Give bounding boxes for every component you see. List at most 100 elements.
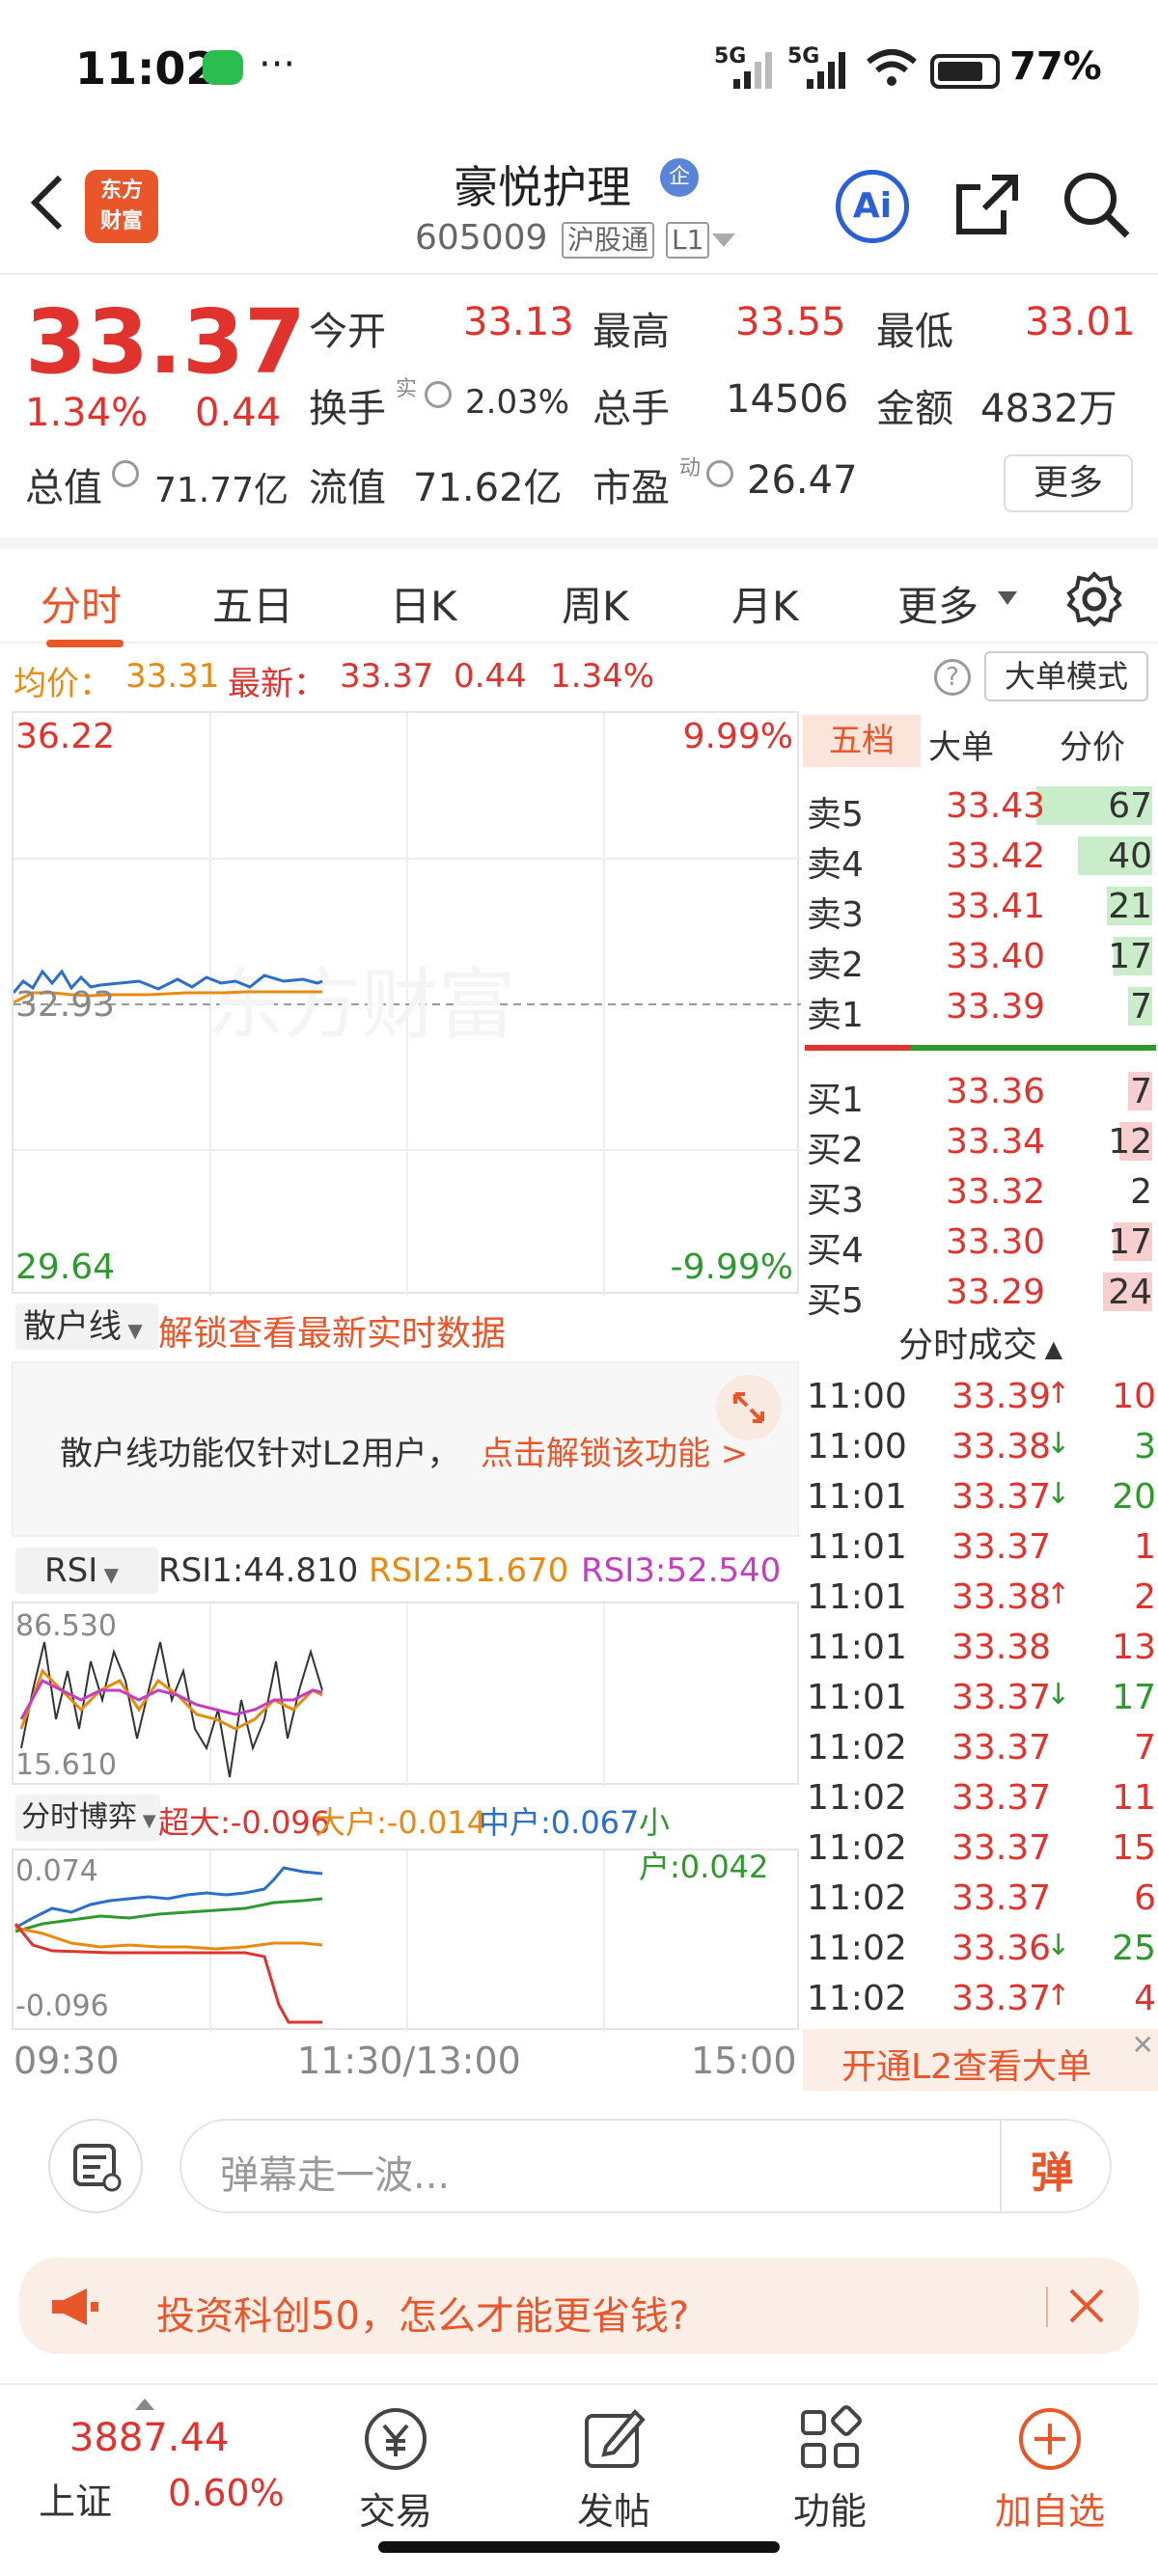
- l2-banner-text: 开通L2查看大单: [841, 2047, 1091, 2087]
- nav-add-watchlist[interactable]: 加自选: [973, 2481, 1127, 2535]
- trade-volume: 3: [1134, 1427, 1156, 1466]
- rsi-max: 86.530: [15, 1609, 117, 1643]
- expand-icon[interactable]: [714, 1373, 784, 1442]
- order-book-panel: 五档 大单 分价 卖5 33.43 67 卖4 33.42 40 卖3 33.41 21 卖2 33…: [803, 711, 1158, 2091]
- index-value[interactable]: 3887.44: [69, 2416, 229, 2460]
- ai-assistant-button[interactable]: Ai: [836, 170, 909, 243]
- time-start: 09:30: [14, 2040, 120, 2082]
- close-promo-icon[interactable]: [1067, 2287, 1106, 2325]
- level-label: 卖1: [807, 996, 864, 1035]
- l2-notice-text: 散户线功能仅针对L2用户，: [60, 1435, 460, 1473]
- tab-monthly-k[interactable]: 月K: [731, 574, 799, 633]
- turnover-value: 2.03%: [465, 383, 570, 422]
- trade-icon[interactable]: [359, 2402, 432, 2476]
- bid-level-row[interactable]: 买1 33.36 7: [803, 1068, 1158, 1120]
- bid-level-row[interactable]: 买3 33.32 2: [803, 1168, 1158, 1220]
- pe-info-icon[interactable]: [703, 460, 737, 487]
- tab-price-dist[interactable]: 分价: [1060, 721, 1125, 768]
- level-label: 买2: [807, 1131, 864, 1170]
- search-icon[interactable]: [1062, 170, 1131, 239]
- ask-level-row[interactable]: 卖1 33.39 7: [803, 983, 1158, 1035]
- status-time: 11:02: [75, 42, 217, 95]
- level-label: 买3: [807, 1181, 864, 1220]
- level-price: 33.43: [946, 786, 1046, 826]
- promo-banner[interactable]: 投资科创50，怎么才能更省钱?: [19, 2258, 1139, 2354]
- tab-intraday[interactable]: 分时: [41, 574, 122, 633]
- tab-five-day[interactable]: 五日: [212, 574, 293, 633]
- back-arrow-icon[interactable]: [27, 174, 66, 232]
- nav-post[interactable]: 发帖: [537, 2481, 691, 2535]
- open-label: 今开: [309, 310, 386, 354]
- nav-functions[interactable]: 功能: [753, 2481, 907, 2535]
- trade-time: 11:02: [807, 1929, 907, 1968]
- trade-price: 33.37: [951, 1527, 1052, 1567]
- average-price-bar: 均价： 33.31 最新： 33.37 0.44 1.34% ? 大单模式: [0, 644, 1158, 707]
- period-tabs: 分时 五日 日K 周K 月K 更多: [0, 537, 1158, 647]
- level-label: 卖2: [807, 945, 864, 985]
- arrow-down-icon: ↓: [1046, 1678, 1071, 1712]
- tab-big-orders[interactable]: 大单: [928, 721, 994, 768]
- trade-time: 11:01: [807, 1527, 907, 1567]
- intraday-chart[interactable]: 东方财富 36.22 9.99% 32.93 29.64 -9.99%: [12, 711, 801, 1296]
- ask-level-row[interactable]: 卖5 33.43 67: [803, 782, 1158, 835]
- danmu-settings-button[interactable]: [48, 2119, 143, 2213]
- rsi-selector[interactable]: RSI ▼: [15, 1548, 158, 1594]
- promo-divider: [1046, 2287, 1048, 2327]
- latest-value: 33.37: [340, 657, 434, 696]
- trades-list[interactable]: 11:00 33.39 ↑ 10 11:00 33.38 ↓ 3 11:01 33.37 ↓ 20 11…: [803, 1373, 1158, 2025]
- home-indicator[interactable]: [378, 2541, 780, 2553]
- help-icon[interactable]: ?: [934, 659, 971, 696]
- level-price: 33.40: [946, 937, 1046, 976]
- retail-line-selector[interactable]: 散户线 ▼: [15, 1303, 158, 1350]
- trade-volume: 15: [1112, 1828, 1156, 1868]
- nav-trade[interactable]: 交易: [318, 2481, 473, 2535]
- trade-price: 33.38: [951, 1427, 1052, 1466]
- share-icon[interactable]: [953, 172, 1021, 239]
- tab-weekly-k[interactable]: 周K: [562, 574, 629, 633]
- chart-top-price: 36.22: [15, 717, 116, 756]
- trades-header[interactable]: 分时成交 ▲: [803, 1317, 1158, 1367]
- promo-text: 投资科创50，怎么才能更省钱?: [156, 2294, 690, 2339]
- ask-level-row[interactable]: 卖4 33.42 40: [803, 833, 1158, 885]
- quote-panel: 33.37 1.34% 0.44 今开 33.13 最高 33.55 最低 33…: [0, 277, 1158, 537]
- trade-volume: 20: [1112, 1477, 1156, 1517]
- bid-level-row[interactable]: 买2 33.34 12: [803, 1118, 1158, 1170]
- unlock-realtime-link[interactable]: 解锁查看最新实时数据: [158, 1305, 506, 1356]
- rsi-chart[interactable]: 86.530 15.610: [12, 1602, 799, 1787]
- index-percent: 0.60%: [168, 2472, 285, 2514]
- functions-icon[interactable]: [793, 2402, 867, 2476]
- more-quote-button[interactable]: 更多: [1004, 454, 1133, 512]
- l2-unlock-link[interactable]: 点击解锁该功能 >: [481, 1427, 748, 1474]
- level-volume: 17: [1108, 937, 1152, 976]
- ask-level-row[interactable]: 卖3 33.41 21: [803, 883, 1158, 935]
- tab-daily-k[interactable]: 日K: [390, 574, 457, 633]
- index-expand-caret-icon[interactable]: [135, 2398, 154, 2410]
- trade-volume: 1: [1134, 1527, 1156, 1567]
- trade-row: 11:00 33.38 ↓ 3: [803, 1423, 1158, 1473]
- post-icon[interactable]: [577, 2402, 650, 2476]
- settings-gear-icon[interactable]: [1065, 570, 1123, 628]
- l2-big-order-banner[interactable]: 开通L2查看大单 ✕: [803, 2029, 1158, 2091]
- dropdown-caret-icon[interactable]: [710, 232, 737, 251]
- trade-time: 11:00: [807, 1427, 907, 1466]
- trade-row: 11:01 33.38 ↑ 2: [803, 1574, 1158, 1624]
- game-selector[interactable]: 分时博弈 ▼: [15, 1795, 160, 1841]
- volume-label: 总手: [593, 387, 670, 431]
- tab-five-levels[interactable]: 五档: [803, 715, 921, 767]
- ask-level-row[interactable]: 卖2 33.40 17: [803, 933, 1158, 985]
- mktcap-info-icon[interactable]: [108, 460, 143, 487]
- add-watchlist-icon[interactable]: [1013, 2402, 1087, 2476]
- danmu-divider: [1000, 2121, 1002, 2211]
- bid-level-row[interactable]: 买4 33.30 17: [803, 1219, 1158, 1271]
- danmu-input[interactable]: 弹幕走一波... 弹: [179, 2119, 1112, 2213]
- close-icon[interactable]: ✕: [1132, 2029, 1154, 2061]
- danmu-send-button[interactable]: 弹: [1031, 2138, 1073, 2200]
- big-order-mode-button[interactable]: 大单模式: [984, 651, 1148, 701]
- game-chart[interactable]: 0.074 -0.096: [12, 1849, 799, 2032]
- amount-value: 4832万: [980, 387, 1117, 431]
- trade-price: 33.36: [951, 1929, 1052, 1968]
- turnover-info-icon[interactable]: [421, 381, 455, 408]
- tab-more[interactable]: 更多: [897, 574, 979, 633]
- arrow-down-icon: ↓: [1046, 1477, 1071, 1511]
- bid-level-row[interactable]: 买5 33.29 24: [803, 1269, 1158, 1321]
